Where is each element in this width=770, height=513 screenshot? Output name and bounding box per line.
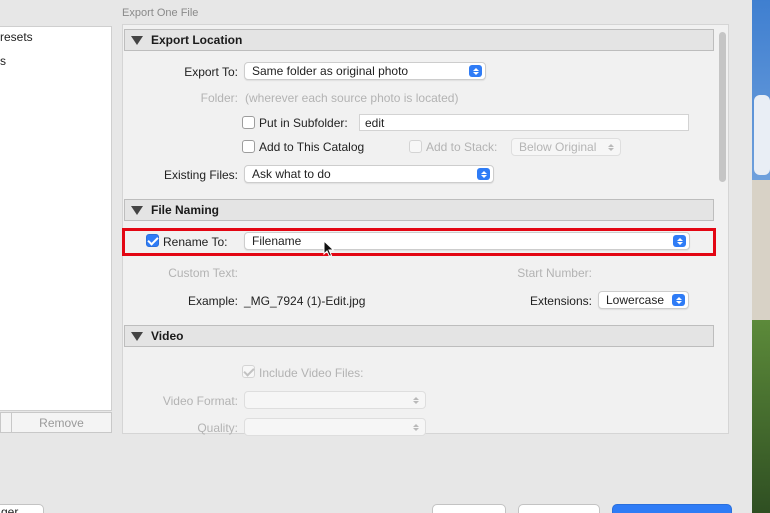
select-arrows-icon bbox=[409, 421, 422, 433]
select-arrows-icon bbox=[672, 294, 685, 306]
include-video-label: Include Video Files: bbox=[259, 366, 364, 380]
cursor-icon bbox=[323, 240, 335, 258]
video-format-label: Video Format: bbox=[162, 394, 238, 408]
plugin-manager-button[interactable]: ger bbox=[0, 504, 44, 513]
disclosure-triangle-icon[interactable] bbox=[131, 331, 143, 341]
select-arrows-icon bbox=[409, 394, 422, 406]
extensions-label: Extensions: bbox=[529, 294, 592, 308]
section-header-export-location[interactable]: Export Location bbox=[124, 29, 714, 51]
stack-position-select[interactable]: Below Original bbox=[511, 138, 621, 156]
section-title: Export Location bbox=[151, 33, 243, 47]
section-title: File Naming bbox=[151, 203, 220, 217]
section-title: Video bbox=[151, 329, 184, 343]
extensions-value: Lowercase bbox=[606, 293, 665, 307]
existing-files-value: Ask what to do bbox=[252, 167, 331, 181]
select-arrows-icon bbox=[469, 65, 482, 77]
add-catalog-label: Add to This Catalog bbox=[259, 140, 365, 154]
cancel-button[interactable] bbox=[432, 504, 506, 513]
subfolder-label: Put in Subfolder: bbox=[259, 116, 348, 130]
section-header-video[interactable]: Video bbox=[124, 325, 714, 347]
add-stack-label: Add to Stack: bbox=[426, 140, 498, 154]
existing-files-select[interactable]: Ask what to do bbox=[244, 165, 494, 183]
folder-label: Folder: bbox=[200, 91, 238, 105]
quality-label: Quality: bbox=[197, 421, 238, 435]
extensions-select[interactable]: Lowercase bbox=[598, 291, 689, 309]
export-button[interactable] bbox=[612, 504, 732, 513]
include-video-checkbox[interactable] bbox=[242, 365, 255, 378]
export-to-value: Same folder as original photo bbox=[252, 64, 409, 78]
highlight-box bbox=[122, 228, 716, 256]
folder-value: (wherever each source photo is located) bbox=[245, 91, 459, 105]
export-to-label: Export To: bbox=[184, 65, 238, 79]
export-to-select[interactable]: Same folder as original photo bbox=[244, 62, 486, 80]
existing-files-label: Existing Files: bbox=[163, 168, 238, 182]
dialog-title: Export One File bbox=[122, 7, 199, 19]
video-format-select[interactable] bbox=[244, 391, 426, 409]
disclosure-triangle-icon[interactable] bbox=[131, 205, 143, 215]
add-to-catalog-checkbox[interactable] bbox=[242, 140, 255, 153]
preset-item[interactable]: resets bbox=[0, 30, 33, 44]
example-value: _MG_7924 (1)-Edit.jpg bbox=[244, 294, 366, 308]
select-arrows-icon bbox=[604, 141, 617, 153]
custom-text-label: Custom Text: bbox=[168, 266, 238, 280]
remove-preset-button[interactable]: Remove bbox=[11, 412, 112, 433]
add-to-stack-checkbox[interactable] bbox=[409, 140, 422, 153]
scrollbar-thumb[interactable] bbox=[719, 32, 726, 182]
subfolder-field[interactable]: edit bbox=[359, 114, 689, 131]
secondary-button[interactable] bbox=[518, 504, 600, 513]
put-in-subfolder-checkbox[interactable] bbox=[242, 116, 255, 129]
example-label: Example: bbox=[187, 294, 238, 308]
section-header-file-naming[interactable]: File Naming bbox=[124, 199, 714, 221]
preset-item[interactable]: s bbox=[0, 54, 6, 68]
disclosure-triangle-icon[interactable] bbox=[131, 35, 143, 45]
select-arrows-icon bbox=[477, 168, 490, 180]
stack-position-value: Below Original bbox=[519, 140, 597, 154]
preset-list[interactable]: resets s bbox=[0, 26, 112, 411]
quality-select[interactable] bbox=[244, 418, 426, 436]
background-photo bbox=[752, 0, 770, 513]
start-number-label: Start Number: bbox=[517, 266, 592, 280]
plugin-manager-label: ger bbox=[1, 505, 19, 513]
